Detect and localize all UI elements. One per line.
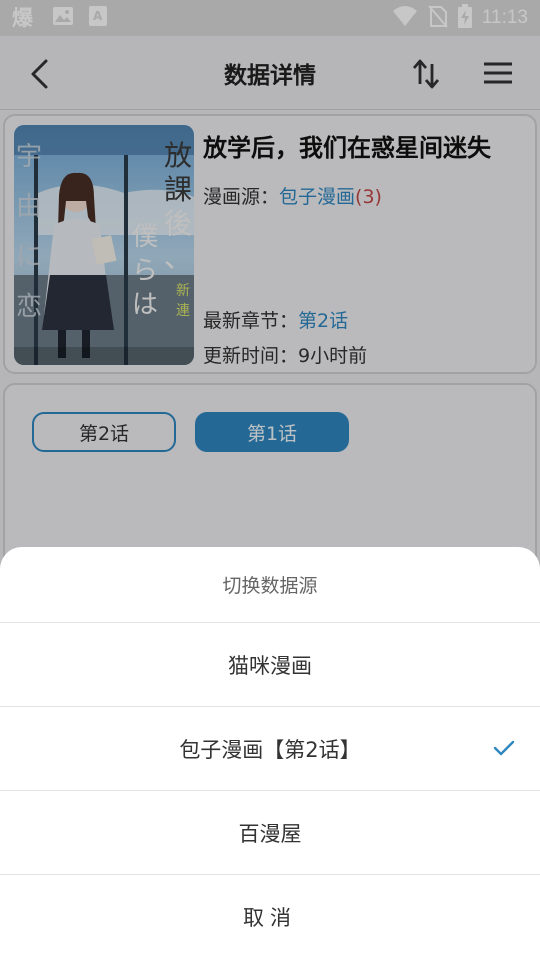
source-option-label: 猫咪漫画 <box>228 653 312 678</box>
checkmark-icon <box>493 740 515 756</box>
cancel-label: 取消 <box>243 906 297 930</box>
sheet-title: 切换数据源 <box>0 547 540 623</box>
source-switch-sheet: 切换数据源 猫咪漫画 包子漫画【第2话】 百漫屋 取消 <box>0 547 540 960</box>
source-option-label: 百漫屋 <box>238 821 302 846</box>
source-option-label: 包子漫画【第2话】 <box>179 737 361 762</box>
source-option[interactable]: 猫咪漫画 <box>0 623 540 707</box>
cancel-button[interactable]: 取消 <box>0 875 540 959</box>
source-option-selected[interactable]: 包子漫画【第2话】 <box>0 707 540 791</box>
source-option[interactable]: 百漫屋 <box>0 791 540 875</box>
